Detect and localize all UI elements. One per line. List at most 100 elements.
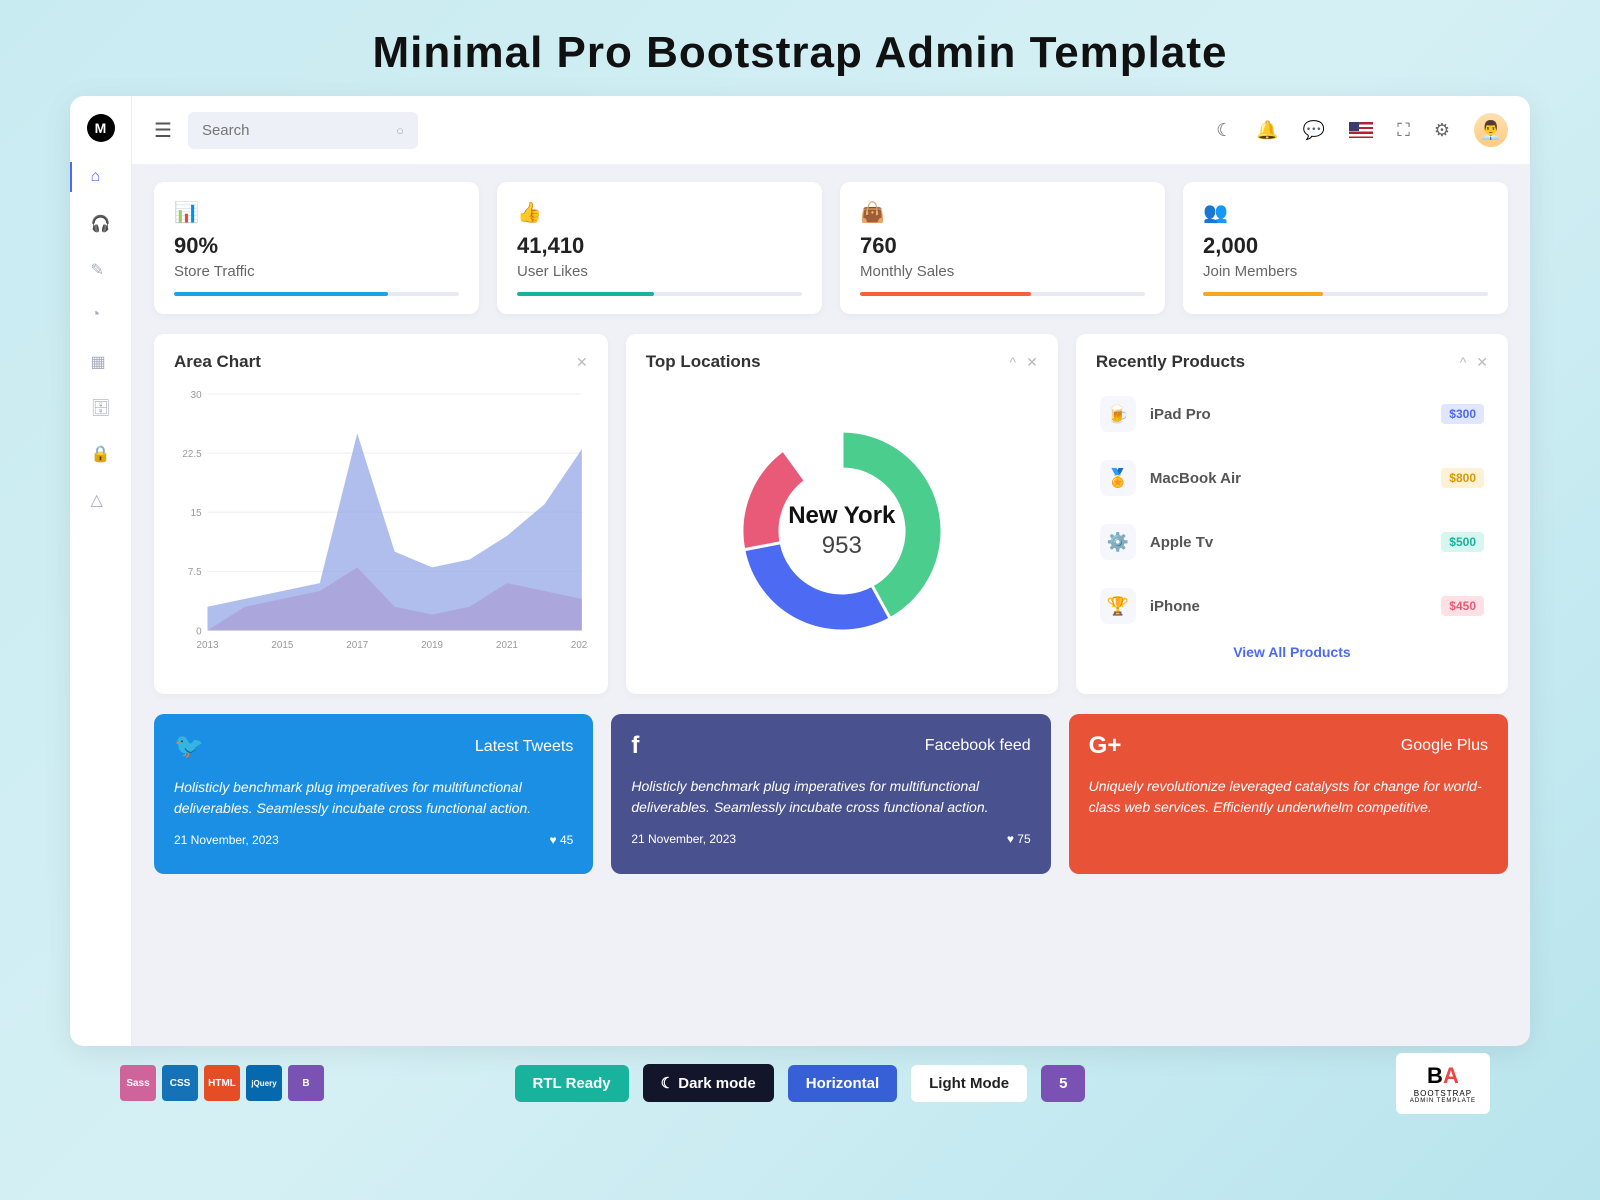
product-name: MacBook Air	[1150, 470, 1427, 487]
stat-card: 👜 760 Monthly Sales	[840, 182, 1165, 314]
area-chart: 0 7.5 15 22.5 30 2013 2015 2017 2019 2021 2023	[174, 386, 588, 666]
top-locations-panel: Top Locations ^✕ New York 953	[626, 334, 1058, 694]
close-icon[interactable]: ✕	[576, 354, 588, 371]
product-name: iPad Pro	[1150, 406, 1427, 423]
headphones-icon[interactable]: 🎧	[91, 214, 111, 234]
social-card: G+ Google Plus Uniquely revolutionize le…	[1069, 714, 1508, 874]
product-icon: ⚙️	[1100, 524, 1136, 560]
search-input[interactable]	[188, 112, 418, 149]
close-icon[interactable]: ✕	[1026, 354, 1038, 371]
tech-logos: Sass CSS HTML jQuery B	[120, 1065, 324, 1101]
social-likes: ♥ 75	[1007, 832, 1031, 846]
stat-card: 👍 41,410 User Likes	[497, 182, 822, 314]
svg-text:0: 0	[196, 626, 202, 637]
social-card: f Facebook feed Holisticly benchmark plu…	[611, 714, 1050, 874]
content: 📊 90% Store Traffic 👍 41,410 User Likes …	[132, 164, 1530, 1046]
page-title: Minimal Pro Bootstrap Admin Template	[0, 0, 1600, 96]
darkmode-badge[interactable]: ☾ Dark mode	[643, 1064, 774, 1102]
social-title: Latest Tweets	[475, 738, 573, 756]
collapse-icon[interactable]: ^	[1010, 354, 1017, 371]
social-date: 21 November, 2023	[631, 832, 736, 846]
jquery-icon: jQuery	[246, 1065, 282, 1101]
svg-text:2015: 2015	[271, 640, 293, 651]
product-item[interactable]: ⚙️ Apple Tv $500	[1096, 514, 1488, 570]
stat-value: 41,410	[517, 233, 802, 259]
svg-text:2017: 2017	[346, 640, 368, 651]
topbar-actions: ☾ 🔔 💬 ⛶ ⚙ 👨‍💼	[1216, 113, 1508, 147]
social-text: Uniquely revolutionize leveraged catalys…	[1089, 776, 1488, 818]
avatar[interactable]: 👨‍💼	[1474, 113, 1508, 147]
svg-text:30: 30	[191, 390, 202, 401]
topbar: ☰ ○ ☾ 🔔 💬 ⛶ ⚙ 👨‍💼	[132, 96, 1530, 164]
social-text: Holisticly benchmark plug imperatives fo…	[174, 777, 573, 819]
menu-toggle-icon[interactable]: ☰	[154, 118, 172, 143]
panel-title: Area Chart	[174, 352, 261, 372]
stat-icon: 📊	[174, 200, 459, 225]
grid-icon[interactable]: ▦	[91, 352, 111, 372]
sass-icon: Sass	[120, 1065, 156, 1101]
svg-text:7.5: 7.5	[188, 567, 202, 578]
stat-card: 👥 2,000 Join Members	[1183, 182, 1508, 314]
social-icon: G+	[1089, 732, 1122, 760]
social-title: Google Plus	[1401, 737, 1488, 755]
svg-text:2019: 2019	[421, 640, 443, 651]
stat-label: Monthly Sales	[860, 263, 1145, 280]
social-icon: 🐦	[174, 732, 204, 761]
horizontal-badge[interactable]: Horizontal	[788, 1065, 897, 1102]
sliders-icon[interactable]: ⚙	[1434, 120, 1450, 141]
svg-text:15: 15	[191, 508, 202, 519]
stat-row: 📊 90% Store Traffic 👍 41,410 User Likes …	[154, 182, 1508, 314]
css3-icon: CSS	[162, 1065, 198, 1101]
stat-icon: 👥	[1203, 200, 1488, 225]
stat-card: 📊 90% Store Traffic	[154, 182, 479, 314]
footer-badges: Sass CSS HTML jQuery B RTL Ready ☾ Dark …	[0, 1064, 1600, 1102]
sidebar: M ⌂ 🎧 ✎ ◔ ▦ 🗄 🔒 △	[70, 96, 132, 1046]
product-name: Apple Tv	[1150, 534, 1427, 551]
svg-text:22.5: 22.5	[182, 449, 202, 460]
product-price: $300	[1441, 404, 1484, 424]
product-name: iPhone	[1150, 598, 1427, 615]
collapse-icon[interactable]: ^	[1460, 354, 1467, 371]
view-all-link[interactable]: View All Products	[1096, 644, 1488, 660]
app-window: M ⌂ 🎧 ✎ ◔ ▦ 🗄 🔒 △ ☰ ○ ☾ 🔔 💬 ⛶ ⚙ 👨‍💼	[70, 96, 1530, 1046]
svg-text:2021: 2021	[496, 640, 518, 651]
moon-icon[interactable]: ☾	[1216, 120, 1232, 141]
panel-title: Top Locations	[646, 352, 761, 372]
social-text: Holisticly benchmark plug imperatives fo…	[631, 776, 1030, 818]
clock-icon[interactable]: ◔	[91, 306, 111, 326]
flag-us-icon[interactable]	[1349, 122, 1373, 138]
bootstrap-icon: B	[288, 1065, 324, 1101]
products-panel: Recently Products ^ ✕ 🍺 iPad Pro $300 🏅 M…	[1076, 334, 1508, 694]
chat-icon[interactable]: 💬	[1303, 120, 1325, 141]
social-card: 🐦 Latest Tweets Holisticly benchmark plu…	[154, 714, 593, 874]
home-icon[interactable]: ⌂	[91, 168, 111, 188]
edit-icon[interactable]: ✎	[91, 260, 111, 280]
bootstrap5-badge[interactable]: 5	[1041, 1065, 1085, 1102]
lightmode-badge[interactable]: Light Mode	[911, 1065, 1027, 1102]
warning-icon[interactable]: △	[91, 490, 111, 510]
rtl-badge[interactable]: RTL Ready	[515, 1065, 629, 1102]
svg-text:2023: 2023	[571, 640, 588, 651]
product-item[interactable]: 🏅 MacBook Air $800	[1096, 450, 1488, 506]
product-item[interactable]: 🏆 iPhone $450	[1096, 578, 1488, 634]
fullscreen-icon[interactable]: ⛶	[1397, 120, 1410, 141]
svg-text:2013: 2013	[197, 640, 219, 651]
panel-title: Recently Products	[1096, 352, 1245, 372]
stat-value: 90%	[174, 233, 459, 259]
lock-icon[interactable]: 🔒	[91, 444, 111, 464]
social-date: 21 November, 2023	[174, 833, 279, 847]
product-item[interactable]: 🍺 iPad Pro $300	[1096, 386, 1488, 442]
bell-icon[interactable]: 🔔	[1256, 120, 1278, 141]
close-icon[interactable]: ✕	[1476, 354, 1488, 371]
donut-center-label: New York	[788, 502, 895, 530]
html5-icon: HTML	[204, 1065, 240, 1101]
area-chart-panel: Area Chart ✕ 0 7.5 15 22.5 30 2013 2015 2017 201…	[154, 334, 608, 694]
stat-value: 760	[860, 233, 1145, 259]
search-icon[interactable]: ○	[396, 123, 404, 138]
stat-label: Join Members	[1203, 263, 1488, 280]
database-icon[interactable]: 🗄	[91, 398, 111, 418]
main-area: ☰ ○ ☾ 🔔 💬 ⛶ ⚙ 👨‍💼 📊 90% Store Traffic 👍	[132, 96, 1530, 1046]
product-price: $500	[1441, 532, 1484, 552]
logo-icon[interactable]: M	[87, 114, 115, 142]
social-row: 🐦 Latest Tweets Holisticly benchmark plu…	[154, 714, 1508, 874]
